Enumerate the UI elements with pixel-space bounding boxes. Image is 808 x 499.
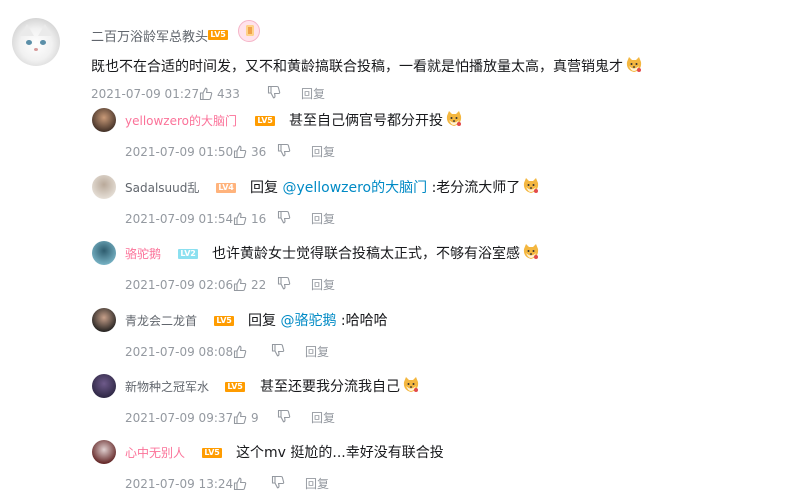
dislike-button[interactable] <box>277 143 311 160</box>
reply-meta: 2021-07-09 09:37 9 回复 <box>125 409 335 426</box>
reply-prefix: 回复 <box>250 180 283 196</box>
reply-username[interactable]: 新物种之冠军水 <box>125 378 209 395</box>
comment-time: 2021-07-09 01:27 <box>91 86 200 101</box>
thumbs-down-icon <box>267 85 281 99</box>
thumbs-up-icon <box>233 477 247 490</box>
dislike-button[interactable] <box>277 210 311 227</box>
reply-text: 回复 @yellowzero的大脑门 :老分流大师了 <box>250 177 540 197</box>
reply-meta: 2021-07-09 08:08 回复 <box>125 343 329 360</box>
comment-time: 2021-07-09 02:06 <box>125 277 234 292</box>
thumbs-up-icon <box>233 212 247 225</box>
reply-avatar[interactable] <box>92 241 116 265</box>
doge-emoji-icon <box>445 110 463 128</box>
reply-text: 回复 @骆驼鹅 :哈哈哈 <box>248 310 388 330</box>
reply-body: :老分流大师了 <box>427 180 521 196</box>
level-badge: LV5 <box>202 448 222 458</box>
level-badge: LV5 <box>214 316 234 326</box>
reply-avatar[interactable] <box>92 308 116 332</box>
doge-emoji-icon <box>402 376 420 394</box>
thumbs-up-icon <box>233 345 247 358</box>
level-badge: LV4 <box>216 183 236 193</box>
thumbs-down-icon <box>277 210 291 224</box>
reply-button[interactable]: 回复 <box>311 409 335 426</box>
reply-text: 也许黄龄女士觉得联合投稿太正式，不够有浴室感 <box>212 243 540 263</box>
reply-body: 也许黄龄女士觉得联合投稿太正式，不够有浴室感 <box>212 246 520 262</box>
thumbs-down-icon <box>277 276 291 290</box>
dislike-button[interactable] <box>271 343 305 360</box>
thumbs-up-icon <box>199 87 213 100</box>
like-button[interactable]: 22 <box>233 278 277 292</box>
reply-button[interactable]: 回复 <box>305 343 329 360</box>
like-button[interactable]: 36 <box>233 145 277 159</box>
reply-text: 甚至自己俩官号都分开投 <box>289 110 463 130</box>
level-badge: LV5 <box>225 382 245 392</box>
reply-meta: 2021-07-09 13:24 回复 <box>125 475 329 492</box>
reply-avatar[interactable] <box>92 374 116 398</box>
reply-avatar[interactable] <box>92 108 116 132</box>
like-button[interactable]: 433 <box>199 87 267 101</box>
reply-username[interactable]: 骆驼鹅 <box>125 245 161 262</box>
reply-meta: 2021-07-09 01:54 16 回复 <box>125 210 335 227</box>
like-count: 36 <box>251 144 267 159</box>
reply-prefix: 回复 <box>248 313 281 329</box>
level-badge: LV5 <box>255 116 275 126</box>
reply-text: 这个mv 挺尬的...幸好没有联合投 <box>236 442 444 462</box>
medal-badge-icon <box>238 20 260 42</box>
main-commenter-avatar[interactable] <box>12 18 60 66</box>
like-button[interactable]: 9 <box>233 411 277 425</box>
thumbs-up-icon <box>233 145 247 158</box>
reply-username[interactable]: Sadalsuud乱 <box>125 179 199 196</box>
dislike-button[interactable] <box>277 276 311 293</box>
reply-button[interactable]: 回复 <box>301 85 325 102</box>
thumbs-down-icon <box>277 143 291 157</box>
like-count: 22 <box>251 277 267 292</box>
dislike-button[interactable] <box>271 475 305 492</box>
level-badge: LV5 <box>208 30 228 40</box>
main-commenter-name[interactable]: 二百万浴龄军总教头 <box>91 26 208 45</box>
reply-username[interactable]: 心中无别人 <box>125 444 185 461</box>
thumbs-up-icon <box>233 278 247 291</box>
doge-emoji-icon <box>522 243 540 261</box>
comment-time: 2021-07-09 09:37 <box>125 410 234 425</box>
comment-time: 2021-07-09 01:50 <box>125 144 234 159</box>
dislike-button[interactable] <box>277 409 311 426</box>
level-badge: LV2 <box>178 249 198 259</box>
thumbs-down-icon <box>271 343 285 357</box>
like-count: 16 <box>251 211 267 226</box>
main-comment-meta: 2021-07-09 01:27 433 回复 <box>91 85 325 102</box>
like-button[interactable]: 16 <box>233 212 277 226</box>
mention-link[interactable]: @yellowzero的大脑门 <box>282 180 427 196</box>
like-count: 433 <box>217 86 240 101</box>
thumbs-up-icon <box>233 411 247 424</box>
reply-meta: 2021-07-09 02:06 22 回复 <box>125 276 335 293</box>
reply-meta: 2021-07-09 01:50 36 回复 <box>125 143 335 160</box>
dislike-button[interactable] <box>267 85 301 102</box>
like-button[interactable] <box>233 477 271 491</box>
comment-time: 2021-07-09 08:08 <box>125 344 234 359</box>
reply-username[interactable]: yellowzero的大脑门 <box>125 112 237 129</box>
reply-avatar[interactable] <box>92 175 116 199</box>
mention-link[interactable]: @骆驼鹅 <box>280 313 336 329</box>
reply-body: 甚至自己俩官号都分开投 <box>289 113 443 129</box>
main-comment-text: 既也不在合适的时间发，又不和黄龄搞联合投稿，一看就是怕播放量太高，真营销鬼才 <box>91 56 643 76</box>
thumbs-down-icon <box>277 409 291 423</box>
reply-button[interactable]: 回复 <box>311 143 335 160</box>
reply-body: 甚至还要我分流我自己 <box>260 379 400 395</box>
like-count: 9 <box>251 410 259 425</box>
thumbs-down-icon <box>271 475 285 489</box>
reply-avatar[interactable] <box>92 440 116 464</box>
reply-username[interactable]: 青龙会二龙首 <box>125 312 197 329</box>
like-button[interactable] <box>233 345 271 359</box>
reply-text: 甚至还要我分流我自己 <box>260 376 420 396</box>
reply-button[interactable]: 回复 <box>305 475 329 492</box>
reply-button[interactable]: 回复 <box>311 210 335 227</box>
comment-time: 2021-07-09 01:54 <box>125 211 234 226</box>
reply-body: 这个mv 挺尬的...幸好没有联合投 <box>236 445 444 461</box>
reply-body: :哈哈哈 <box>336 313 388 329</box>
doge-emoji-icon <box>625 56 643 74</box>
reply-button[interactable]: 回复 <box>311 276 335 293</box>
doge-emoji-icon <box>522 177 540 195</box>
comment-time: 2021-07-09 13:24 <box>125 476 234 491</box>
